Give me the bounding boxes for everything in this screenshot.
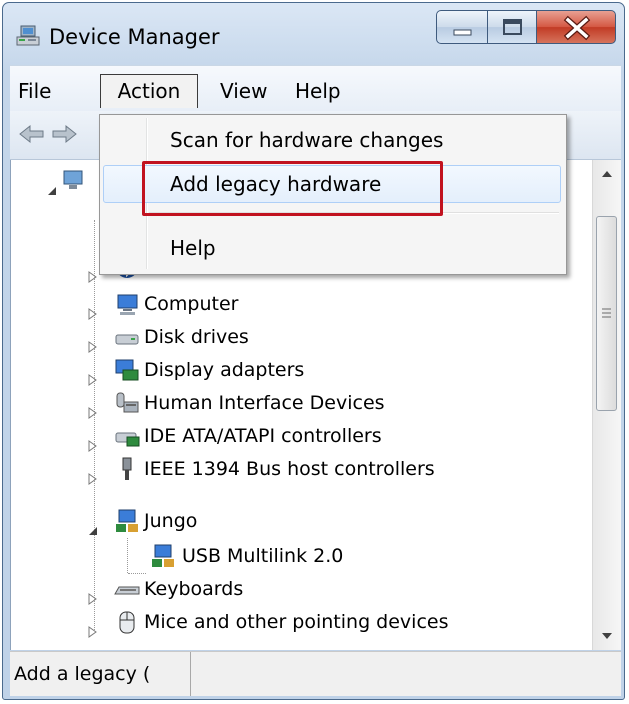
network-device-icon: [114, 508, 140, 534]
tree-item[interactable]: Mice and other pointing devices: [86, 606, 566, 638]
collapsed-arrow-icon[interactable]: [88, 364, 98, 386]
tree-item-label: IEEE 1394 Bus host controllers: [144, 458, 435, 480]
status-text: Add a legacy (: [10, 652, 191, 696]
tree-item-label: IDE ATA/ATAPI controllers: [144, 425, 382, 447]
maximize-button[interactable]: [487, 10, 537, 44]
tree-item[interactable]: Disk drives: [86, 321, 566, 353]
scroll-down-icon[interactable]: [593, 622, 621, 650]
tree-item-label: Mice and other pointing devices: [144, 611, 449, 633]
menu-view[interactable]: View: [220, 74, 267, 108]
tree-item[interactable]: Computer: [86, 288, 566, 320]
maximize-icon: [503, 19, 522, 35]
disk-drive-icon: [114, 324, 140, 350]
keyboard-icon: [114, 576, 140, 602]
computer-icon: [114, 291, 140, 317]
collapsed-arrow-icon[interactable]: [88, 616, 98, 638]
menu-item-label: Scan for hardware changes: [170, 128, 444, 152]
mouse-icon: [114, 609, 140, 635]
expanded-arrow-icon[interactable]: [88, 515, 98, 535]
tree-item-label: Human Interface Devices: [144, 392, 385, 414]
tree-item-label: Jungo: [144, 510, 198, 532]
scroll-up-icon[interactable]: [593, 160, 621, 188]
tree-item-label: USB Multilink 2.0: [182, 545, 344, 567]
menu-item-label: Help: [170, 236, 216, 260]
tree-item-label: Display adapters: [144, 359, 305, 381]
collapsed-arrow-icon[interactable]: [88, 331, 98, 353]
tree-item[interactable]: Human Interface Devices: [86, 387, 566, 419]
menu-item-help[interactable]: Help: [103, 229, 561, 267]
close-icon: [563, 15, 591, 41]
hid-icon: [114, 390, 140, 416]
minimize-button[interactable]: [436, 10, 488, 44]
menu-bar: File Action View Help: [10, 65, 621, 112]
vertical-scrollbar[interactable]: [592, 160, 621, 650]
minimize-icon: [453, 29, 472, 36]
menu-action[interactable]: Action: [100, 74, 198, 108]
tree-item[interactable]: IDE ATA/ATAPI controllers: [86, 420, 566, 452]
tree-root[interactable]: [41, 164, 83, 196]
ide-controller-icon: [114, 423, 140, 449]
device-manager-icon: [15, 24, 41, 48]
forward-arrow-icon[interactable]: [50, 123, 78, 149]
window-title: Device Manager: [49, 25, 220, 49]
computer-root-icon: [61, 168, 85, 202]
collapsed-arrow-icon[interactable]: [88, 298, 98, 320]
display-adapter-icon: [114, 357, 140, 383]
scrollbar-thumb[interactable]: [596, 216, 617, 411]
expanded-arrow-icon[interactable]: [47, 174, 57, 206]
firewire-icon: [114, 456, 140, 482]
close-button[interactable]: [536, 10, 616, 44]
tree-item[interactable]: Keyboards: [86, 573, 566, 605]
menu-help[interactable]: Help: [295, 74, 341, 108]
collapsed-arrow-icon[interactable]: [88, 463, 98, 485]
highlight-box: [142, 161, 443, 216]
tree-item-label: Computer: [144, 293, 239, 315]
tree-item-label: Disk drives: [144, 326, 249, 348]
tree-item[interactable]: Jungo: [86, 505, 566, 537]
network-device-icon: [150, 543, 176, 569]
collapsed-arrow-icon[interactable]: [88, 583, 98, 605]
collapsed-arrow-icon[interactable]: [88, 397, 98, 419]
menu-item-scan-hardware[interactable]: Scan for hardware changes: [103, 121, 561, 159]
collapsed-arrow-icon[interactable]: [88, 261, 98, 283]
title-bar[interactable]: Device Manager: [3, 3, 624, 61]
status-bar: Add a legacy (: [10, 651, 621, 696]
menu-file[interactable]: File: [18, 74, 51, 108]
tree-item[interactable]: IEEE 1394 Bus host controllers: [86, 453, 566, 485]
tree-item-label: Keyboards: [144, 578, 244, 600]
device-manager-window: Device Manager File Action View Help Com…: [2, 2, 625, 700]
collapsed-arrow-icon[interactable]: [88, 430, 98, 452]
tree-item[interactable]: Display adapters: [86, 354, 566, 386]
tree-item[interactable]: USB Multilink 2.0: [146, 540, 566, 572]
back-arrow-icon[interactable]: [18, 123, 46, 149]
